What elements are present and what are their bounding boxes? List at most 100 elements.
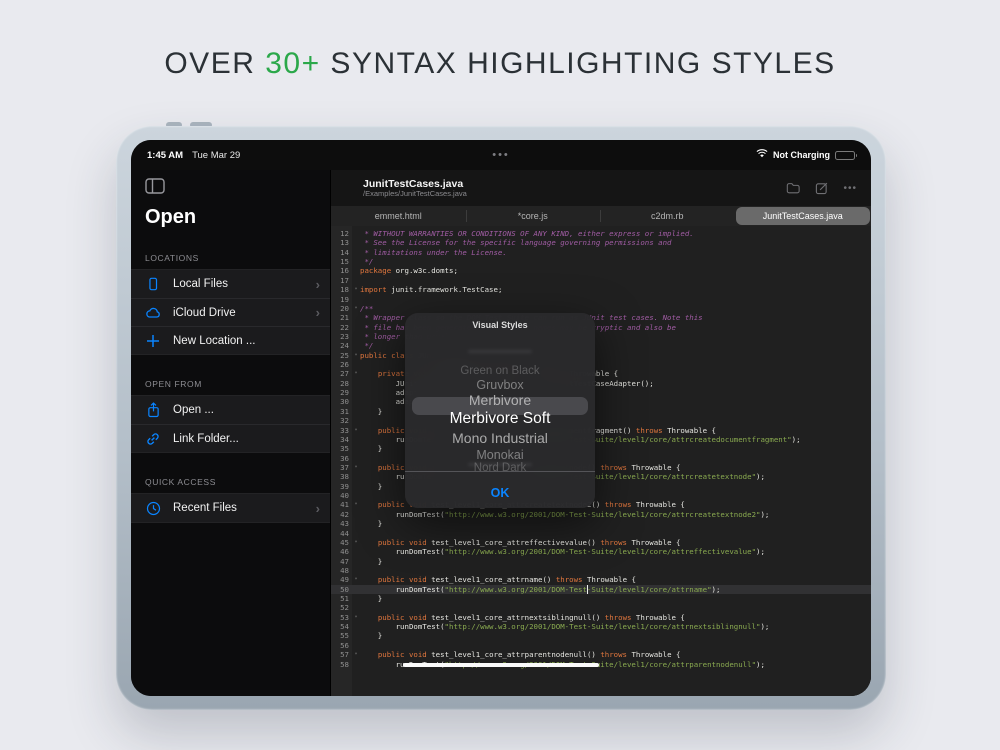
code-line-12[interactable]: 12 * WITHOUT WARRANTIES OR CONDITIONS OF… — [331, 229, 871, 238]
code-line-14[interactable]: 14 * limitations under the License. — [331, 248, 871, 257]
line-number: 23 — [331, 332, 352, 341]
code-line-56[interactable]: 56 — [331, 641, 871, 650]
line-number: 17 — [331, 276, 352, 285]
code-line-15[interactable]: 15 */ — [331, 257, 871, 266]
section-header-open-from: OPEN FROM — [145, 379, 330, 389]
text-cursor — [587, 585, 588, 594]
code-text: * See the License for the specific langu… — [360, 238, 671, 247]
style-option-nord-dark[interactable]: Nord Dark — [405, 462, 595, 471]
style-option-merbivore-soft-selected[interactable]: Merbivore Soft — [405, 410, 595, 428]
code-text: public void test_level1_core_attrname() … — [360, 575, 636, 584]
tab-c2dm-rb[interactable]: c2dm.rb — [600, 206, 735, 226]
headline-accent: 30+ — [265, 47, 320, 80]
home-indicator[interactable] — [403, 663, 599, 668]
code-line-44[interactable]: 44 — [331, 529, 871, 538]
line-number: 50 — [331, 585, 352, 594]
compose-icon[interactable] — [815, 182, 828, 195]
gutter-spacer — [352, 435, 360, 444]
chevron-right-icon: › — [316, 501, 320, 516]
file-browser-sidebar: Open LOCATIONSLocal Files›iCloud Drive›N… — [131, 170, 331, 696]
code-line-18[interactable]: 18▾import junit.framework.TestCase; — [331, 285, 871, 294]
fold-marker-icon[interactable]: ▾ — [352, 369, 360, 378]
code-line-51[interactable]: 51 } — [331, 594, 871, 603]
fold-marker-icon[interactable]: ▾ — [352, 575, 360, 584]
fold-marker-icon[interactable]: ▾ — [352, 304, 360, 313]
style-option-green-on-black[interactable]: Green on Black — [405, 365, 595, 377]
code-line-52[interactable]: 52 — [331, 603, 871, 612]
fold-marker-icon[interactable]: ▾ — [352, 463, 360, 472]
code-line-47[interactable]: 47 } — [331, 557, 871, 566]
chevron-right-icon: › — [316, 305, 320, 320]
gutter-spacer — [352, 660, 360, 669]
style-option-monokai[interactable]: Monokai — [405, 448, 595, 462]
gutter-spacer — [352, 388, 360, 397]
code-line-43[interactable]: 43 } — [331, 519, 871, 528]
code-text: public void test_level1_core_attreffecti… — [360, 538, 680, 547]
sidebar-item-link-folder[interactable]: Link Folder... — [131, 424, 330, 452]
sidebar-toggle-icon[interactable] — [145, 178, 165, 194]
code-line-19[interactable]: 19 — [331, 295, 871, 304]
code-line-54[interactable]: 54 runDomTest("http://www.w3.org/2001/DO… — [331, 622, 871, 631]
style-option-gruvbox[interactable]: Gruvbox — [405, 378, 595, 392]
tablet-icon — [145, 276, 161, 292]
sidebar-item-local-files[interactable]: Local Files› — [131, 270, 330, 298]
code-line-42[interactable]: 42 runDomTest("http://www.w3.org/2001/DO… — [331, 510, 871, 519]
line-number: 37 — [331, 463, 352, 472]
clock-date: Tue Mar 29 — [192, 150, 240, 161]
fold-marker-icon[interactable]: ▾ — [352, 650, 360, 659]
code-line-49[interactable]: 49▾ public void test_level1_core_attrnam… — [331, 575, 871, 584]
fold-marker-icon[interactable]: ▾ — [352, 538, 360, 547]
tab-core-js[interactable]: *core.js — [466, 206, 601, 226]
code-text: } — [360, 519, 382, 528]
headline-prefix: OVER — [164, 47, 265, 80]
code-text: */ — [360, 257, 373, 266]
line-number: 15 — [331, 257, 352, 266]
clock-time: 1:45 AM — [147, 150, 183, 161]
style-option-merbivore[interactable]: Merbivore — [405, 392, 595, 408]
code-line-13[interactable]: 13 * See the License for the specific la… — [331, 238, 871, 247]
fold-marker-icon[interactable]: ▾ — [352, 285, 360, 294]
tab-emmet-html[interactable]: emmet.html — [331, 206, 466, 226]
cloud-icon — [145, 305, 161, 321]
gutter-spacer — [352, 397, 360, 406]
fold-marker-icon[interactable]: ▾ — [352, 500, 360, 509]
line-number: 29 — [331, 388, 352, 397]
gutter-spacer — [352, 295, 360, 304]
sidebar-item-recent-files[interactable]: Recent Files› — [131, 494, 330, 522]
multitask-dots-icon[interactable]: ••• — [492, 149, 510, 161]
style-option-mono-industrial[interactable]: Mono Industrial — [405, 430, 595, 446]
more-ellipsis-icon[interactable]: ••• — [843, 183, 857, 194]
code-text: package org.w3c.domts; — [360, 266, 458, 275]
line-number: 41 — [331, 500, 352, 509]
code-line-48[interactable]: 48 — [331, 566, 871, 575]
code-text: } — [360, 631, 382, 640]
fold-marker-icon[interactable]: ▾ — [352, 351, 360, 360]
gutter-spacer — [352, 379, 360, 388]
code-line-46[interactable]: 46 runDomTest("http://www.w3.org/2001/DO… — [331, 547, 871, 556]
sidebar-item-new-location[interactable]: New Location ... — [131, 326, 330, 354]
fold-marker-icon[interactable]: ▾ — [352, 613, 360, 622]
code-line-20[interactable]: 20▾/** — [331, 304, 871, 313]
code-line-17[interactable]: 17 — [331, 276, 871, 285]
style-picker-wheel[interactable]: Green on BlackGruvboxMerbivore Merbivore … — [405, 335, 595, 471]
line-number: 43 — [331, 519, 352, 528]
code-line-53[interactable]: 53▾ public void test_level1_core_attrnex… — [331, 613, 871, 622]
code-line-55[interactable]: 55 } — [331, 631, 871, 640]
code-line-57[interactable]: 57▾ public void test_level1_core_attrpar… — [331, 650, 871, 659]
line-number: 18 — [331, 285, 352, 294]
fold-marker-icon[interactable]: ▾ — [352, 426, 360, 435]
folder-icon[interactable] — [786, 182, 800, 194]
code-line-45[interactable]: 45▾ public void test_level1_core_attreff… — [331, 538, 871, 547]
sidebar-item-label: iCloud Drive — [173, 307, 236, 319]
sidebar-item-open[interactable]: Open ... — [131, 396, 330, 424]
code-line-16[interactable]: 16package org.w3c.domts; — [331, 266, 871, 275]
code-text: public void test_level1_core_attrnextsib… — [360, 613, 685, 622]
line-number: 52 — [331, 603, 352, 612]
ok-button[interactable]: OK — [405, 478, 595, 508]
tab-junittestcases-java[interactable]: JunitTestCases.java — [736, 207, 871, 225]
code-line-50[interactable]: 50 runDomTest("http://www.w3.org/2001/DO… — [331, 585, 871, 594]
gutter-spacer — [352, 472, 360, 481]
sidebar-title: Open — [145, 206, 330, 229]
sidebar-item-icloud-drive[interactable]: iCloud Drive › — [131, 298, 330, 326]
gutter-spacer — [352, 248, 360, 257]
